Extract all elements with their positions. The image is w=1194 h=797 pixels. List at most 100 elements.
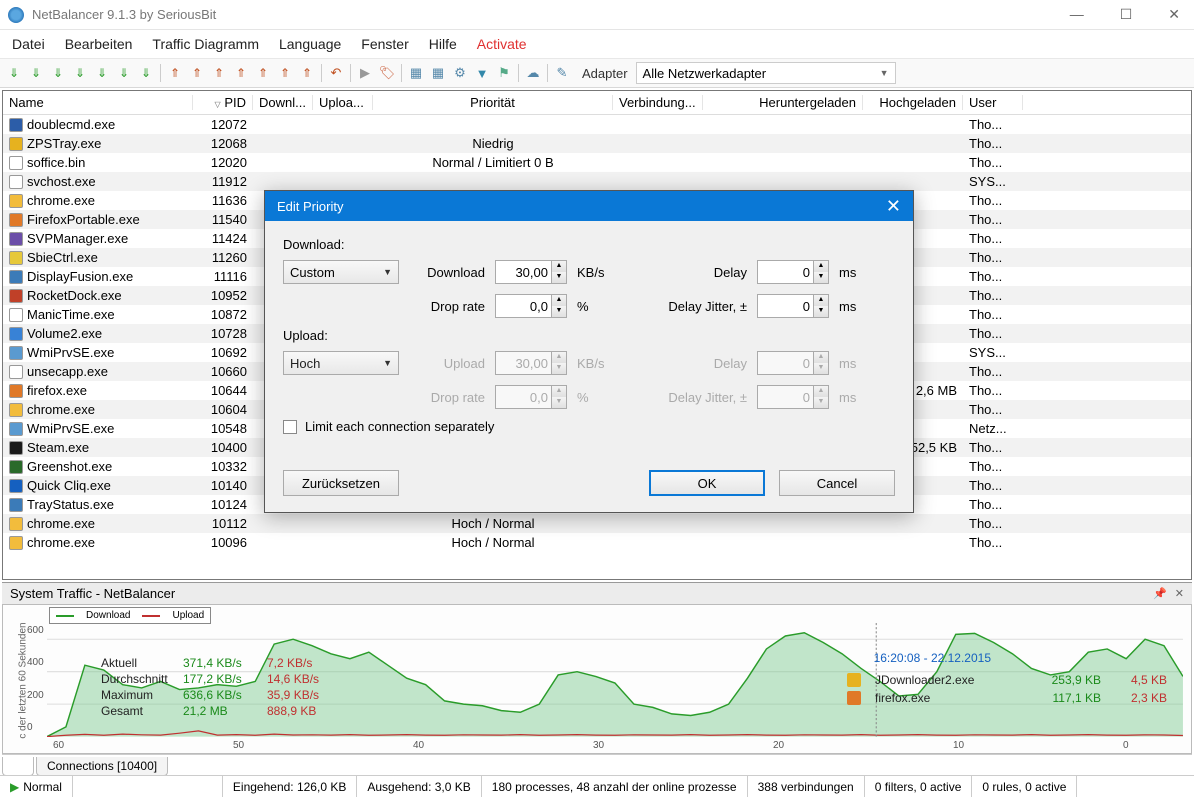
status-processes: 180 processes, 48 anzahl der online proz… <box>482 776 748 797</box>
menu-window[interactable]: Fenster <box>361 36 408 52</box>
tb-filter-icon[interactable]: ▼ <box>472 63 492 83</box>
col-uploaded[interactable]: Hochgeladen <box>863 95 963 110</box>
table-row[interactable]: chrome.exe10112Hoch / NormalTho... <box>3 514 1191 533</box>
traffic-chart: c der letzten 60 Sekunden Download Uploa… <box>2 604 1192 754</box>
col-downloaded[interactable]: Heruntergeladen <box>703 95 863 110</box>
legend-download: Download <box>86 610 130 621</box>
col-priority[interactable]: Priorität <box>373 95 613 110</box>
tb-dl-limit-icon[interactable]: ⇓ <box>114 63 134 83</box>
tb-edit-icon[interactable]: ✎ <box>552 63 572 83</box>
checkbox-icon <box>283 420 297 434</box>
tab-connections[interactable]: Connections [10400] <box>36 757 168 776</box>
table-row[interactable]: ZPSTray.exe12068NiedrigTho... <box>3 134 1191 153</box>
chart-legend: Download Upload <box>49 607 211 624</box>
traffic-stats: Aktuell371,4 KB/s7,2 KB/s Durchschnitt17… <box>101 655 319 719</box>
col-download-rate[interactable]: Downl... <box>253 95 313 110</box>
tb-rule-icon[interactable]: ⚑ <box>494 63 514 83</box>
dialog-title: Edit Priority <box>277 199 343 214</box>
adapter-value: Alle Netzwerkadapter <box>643 66 767 81</box>
tb-dl-low-icon[interactable]: ⇓ <box>4 63 24 83</box>
edit-priority-dialog: Edit Priority ✕ Download: Custom▼ Downlo… <box>264 190 914 513</box>
close-panel-icon[interactable]: ✕ <box>1175 587 1184 600</box>
col-upload-rate[interactable]: Uploa... <box>313 95 373 110</box>
upload-priority-select[interactable]: Hoch▼ <box>283 351 399 375</box>
download-section-label: Download: <box>283 237 895 252</box>
tb-dl-ignore-icon[interactable]: ⇓ <box>92 63 112 83</box>
download-rate-input[interactable]: 30,00▲▼ <box>495 260 567 284</box>
menu-language[interactable]: Language <box>279 36 341 52</box>
upload-jitter-input: 0▲▼ <box>757 385 829 409</box>
download-priority-select[interactable]: Custom▼ <box>283 260 399 284</box>
table-header: Name ▽ PID Downl... Uploa... Priorität V… <box>3 91 1191 115</box>
app-icon <box>8 7 24 23</box>
tb-dl-normal-icon[interactable]: ⇓ <box>26 63 46 83</box>
tb-ul-high-icon[interactable]: ⇑ <box>209 63 229 83</box>
tb-dl-drop-icon[interactable]: ⇓ <box>136 63 156 83</box>
tb-ul-low-icon[interactable]: ⇑ <box>165 63 185 83</box>
window-titlebar: NetBalancer 9.1.3 by SeriousBit — ☐ ✕ <box>0 0 1194 30</box>
pin-icon[interactable]: 📌 <box>1153 587 1167 600</box>
status-outgoing: Ausgehend: 3,0 KB <box>357 776 481 797</box>
tb-ul-block-icon[interactable]: ⇑ <box>231 63 251 83</box>
tb-dl-high-icon[interactable]: ⇓ <box>48 63 68 83</box>
upload-rate-input: 30,00▲▼ <box>495 351 567 375</box>
reset-button[interactable]: Zurücksetzen <box>283 470 399 496</box>
menu-edit[interactable]: Bearbeiten <box>65 36 133 52</box>
tb-ul-limit-icon[interactable]: ⇑ <box>275 63 295 83</box>
toolbar: ⇓ ⇓ ⇓ ⇓ ⇓ ⇓ ⇓ ⇑ ⇑ ⇑ ⇑ ⇑ ⇑ ⇑ ↶ ▶ 🏷 ▦ ▦ ⚙ … <box>0 58 1194 88</box>
menu-file[interactable]: Datei <box>12 36 45 52</box>
tb-ul-normal-icon[interactable]: ⇑ <box>187 63 207 83</box>
tb-tag-icon[interactable]: 🏷 <box>377 63 397 83</box>
status-rules: 0 rules, 0 active <box>972 776 1077 797</box>
cancel-button[interactable]: Cancel <box>779 470 895 496</box>
table-row[interactable]: chrome.exe10096Hoch / NormalTho... <box>3 533 1191 552</box>
chart-process-overlay: JDownloader2.exe253,9 KB4,5 KBfirefox.ex… <box>847 671 1167 707</box>
upload-delay-input: 0▲▼ <box>757 351 829 375</box>
tb-cloud-icon[interactable]: ☁ <box>523 63 543 83</box>
bottom-tabs: Connections [10400] <box>2 754 1192 776</box>
minimize-button[interactable]: — <box>1064 6 1090 23</box>
menu-traffic[interactable]: Traffic Diagramm <box>152 36 259 52</box>
tb-stats2-icon[interactable]: ▦ <box>428 63 448 83</box>
tb-stats1-icon[interactable]: ▦ <box>406 63 426 83</box>
chevron-down-icon: ▼ <box>383 267 392 277</box>
download-delay-input[interactable]: 0▲▼ <box>757 260 829 284</box>
col-connections[interactable]: Verbindung... <box>613 95 703 110</box>
status-filters: 0 filters, 0 active <box>865 776 973 797</box>
close-button[interactable]: ✕ <box>1162 6 1186 23</box>
dialog-titlebar[interactable]: Edit Priority ✕ <box>265 191 913 221</box>
status-bar: ▶Normal Eingehend: 126,0 KB Ausgehend: 3… <box>0 775 1194 797</box>
maximize-button[interactable]: ☐ <box>1114 6 1139 23</box>
legend-upload: Upload <box>172 610 204 621</box>
tb-play-icon[interactable]: ▶ <box>355 63 375 83</box>
traffic-title: System Traffic - NetBalancer <box>10 586 175 601</box>
tb-dl-block-icon[interactable]: ⇓ <box>70 63 90 83</box>
status-mode: ▶Normal <box>0 776 73 797</box>
tab-blank[interactable] <box>2 757 34 776</box>
tb-ul-ignore-icon[interactable]: ⇑ <box>253 63 273 83</box>
col-pid[interactable]: ▽ PID <box>193 95 253 110</box>
upload-drop-input: 0,0▲▼ <box>495 385 567 409</box>
status-connections: 388 verbindungen <box>748 776 865 797</box>
menu-activate[interactable]: Activate <box>477 36 527 52</box>
download-jitter-input[interactable]: 0▲▼ <box>757 294 829 318</box>
status-incoming: Eingehend: 126,0 KB <box>223 776 357 797</box>
upload-section-label: Upload: <box>283 328 895 343</box>
dialog-close-icon[interactable]: ✕ <box>886 196 901 217</box>
ok-button[interactable]: OK <box>649 470 765 496</box>
table-row[interactable]: doublecmd.exe12072Tho... <box>3 115 1191 134</box>
limit-each-checkbox[interactable]: Limit each connection separately <box>283 419 895 434</box>
adapter-label: Adapter <box>582 66 628 81</box>
download-drop-input[interactable]: 0,0▲▼ <box>495 294 567 318</box>
table-row[interactable]: svchost.exe11912SYS... <box>3 172 1191 191</box>
tb-ul-drop-icon[interactable]: ⇑ <box>297 63 317 83</box>
tb-reset-icon[interactable]: ↶ <box>326 63 346 83</box>
tb-settings-icon[interactable]: ⚙ <box>450 63 470 83</box>
chevron-down-icon: ▼ <box>880 68 889 78</box>
col-user[interactable]: User <box>963 95 1023 110</box>
table-row[interactable]: soffice.bin12020Normal / Limitiert 0 BTh… <box>3 153 1191 172</box>
adapter-select[interactable]: Alle Netzwerkadapter ▼ <box>636 62 896 84</box>
window-title: NetBalancer 9.1.3 by SeriousBit <box>32 7 216 22</box>
col-name[interactable]: Name <box>3 95 193 110</box>
menu-help[interactable]: Hilfe <box>429 36 457 52</box>
